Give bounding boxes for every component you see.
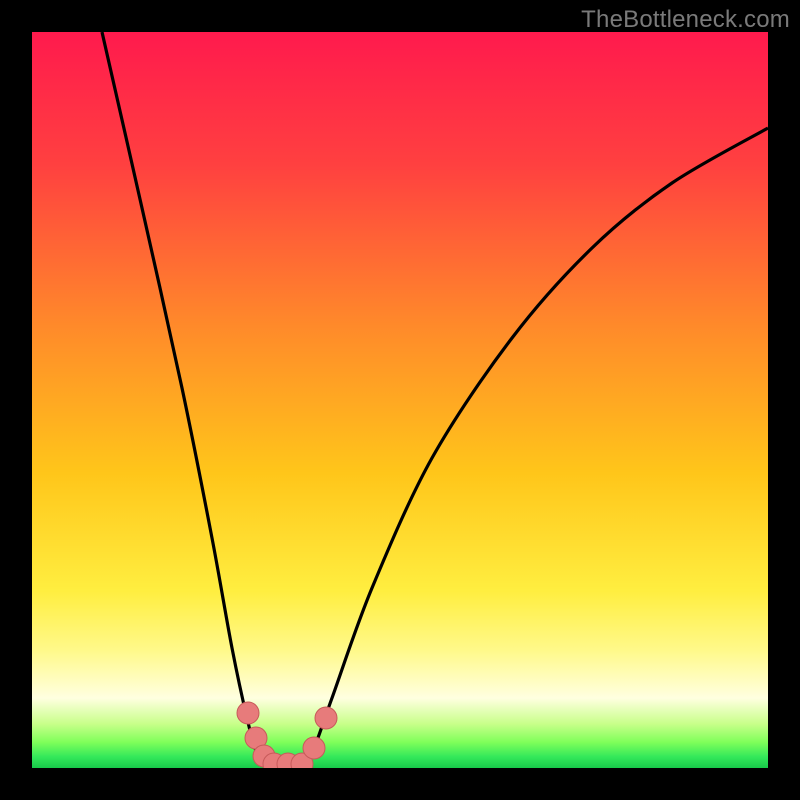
watermark-text: TheBottleneck.com bbox=[581, 6, 790, 34]
bottleneck-chart bbox=[32, 32, 768, 768]
chart-background bbox=[32, 32, 768, 768]
chart-frame bbox=[32, 32, 768, 768]
data-marker bbox=[315, 707, 337, 729]
data-marker bbox=[303, 737, 325, 759]
data-marker bbox=[237, 702, 259, 724]
